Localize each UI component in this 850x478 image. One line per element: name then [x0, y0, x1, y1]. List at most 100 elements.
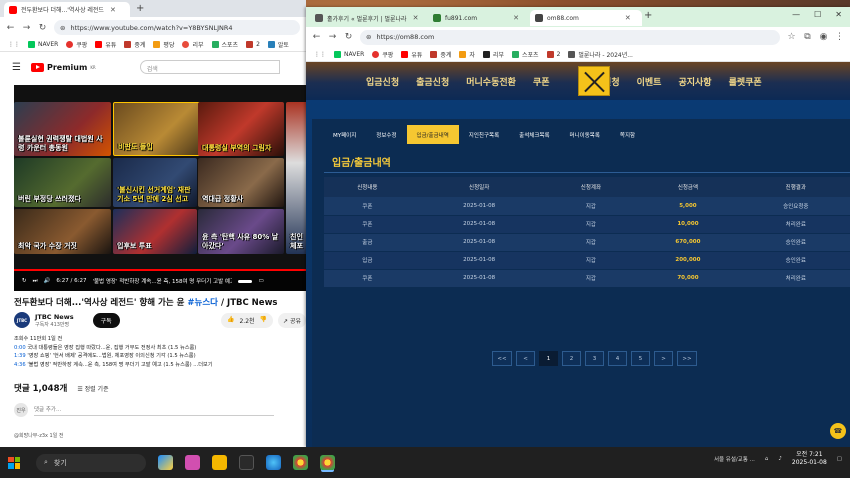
- nav-money-convert[interactable]: 머니수동전환: [466, 75, 516, 88]
- bookmark-review[interactable]: 리부: [182, 40, 204, 49]
- end-card[interactable]: 비판도 돌입: [113, 102, 210, 156]
- bookmark-youtube[interactable]: 유튜: [95, 40, 116, 49]
- channel-name[interactable]: JTBC News: [35, 313, 74, 321]
- volume-icon[interactable]: 🔊: [44, 278, 51, 284]
- app-icon[interactable]: [185, 455, 200, 470]
- nav-roulette-coupon[interactable]: 룰렛쿠폰: [729, 75, 762, 88]
- prev-page-button[interactable]: <: [516, 351, 535, 366]
- close-tab-icon[interactable]: ✕: [625, 14, 631, 22]
- forward-icon[interactable]: →: [328, 32, 337, 42]
- thumbs-down-icon[interactable]: 👎: [260, 316, 267, 325]
- bookmark-coupang[interactable]: 쿠팡: [372, 50, 393, 59]
- bookmark-youtube[interactable]: 유튜: [401, 50, 422, 59]
- notifications-icon[interactable]: ▢: [837, 456, 842, 462]
- bookmark-balloon[interactable]: 벌룬나라 - 2024년...: [568, 50, 633, 59]
- back-icon[interactable]: ←: [312, 32, 321, 42]
- chat-support-icon[interactable]: ☎: [830, 423, 846, 439]
- subtab-edit-info[interactable]: 정보수정: [366, 125, 406, 144]
- subtab-referral-list[interactable]: 지인친구목록: [459, 125, 509, 144]
- address-bar[interactable]: ⊜ https://www.youtube.com/watch?v=Y8BYSN…: [54, 20, 300, 35]
- end-card[interactable]: '불신시킨 선거계엄' 재판 기소 5년 만에 2심 선고: [113, 158, 197, 207]
- bookmark-coupang[interactable]: 쿠팡: [66, 40, 87, 49]
- first-page-button[interactable]: <<: [492, 351, 512, 366]
- bookmark-sports[interactable]: 스포츠: [211, 40, 238, 49]
- network-icon[interactable]: ⌂: [765, 456, 769, 462]
- bookmark-review[interactable]: 리부: [482, 50, 504, 59]
- subtab-messages[interactable]: 쪽지함: [610, 125, 645, 144]
- nav-withdraw[interactable]: 출금신청: [416, 75, 449, 88]
- site-info-icon[interactable]: ⊜: [366, 33, 371, 41]
- bookmark-star-icon[interactable]: ☆: [787, 32, 796, 42]
- close-tab-icon[interactable]: ✕: [110, 6, 116, 14]
- bookmark-alto[interactable]: 알토: [267, 40, 289, 49]
- end-card[interactable]: 버린 부정당 쓰러졌다: [14, 158, 111, 207]
- bookmark-2[interactable]: 2: [546, 50, 560, 58]
- comment-input[interactable]: 댓글 추가...: [34, 405, 274, 416]
- clock[interactable]: 오전 7:21 2025-01-08: [792, 451, 827, 467]
- reload-icon[interactable]: ↻: [344, 32, 353, 42]
- bookmark-naver[interactable]: NAVER: [334, 50, 364, 58]
- last-page-button[interactable]: >>: [677, 351, 697, 366]
- share-button[interactable]: ↗ 공유: [278, 312, 306, 328]
- end-card[interactable]: 역대급 정황사: [198, 158, 284, 207]
- nav-event[interactable]: 이벤트: [637, 75, 662, 88]
- apps-icon[interactable]: ⋮⋮: [8, 41, 20, 48]
- video-player[interactable]: 불륜실현 권력쟁탈 대법원 사령 카운터 총동원 비판도 돌입 대통령실 부역의…: [14, 85, 306, 291]
- youtube-premium-logo[interactable]: Premium KR: [30, 62, 96, 72]
- site-info-icon[interactable]: ⊜: [60, 24, 65, 32]
- profile-icon[interactable]: ◉: [819, 32, 828, 42]
- bookmark-pyeongdang[interactable]: 평당: [153, 40, 174, 49]
- bookmark-ja[interactable]: 자: [459, 50, 475, 59]
- edge-icon[interactable]: [266, 455, 281, 470]
- subtab-mypage[interactable]: MY페이지: [323, 125, 366, 144]
- video-description[interactable]: 조회수 11만회 1일 전 0:00 국내 대통령들은 영장 집행 따랐다...…: [14, 335, 306, 369]
- hashtag-link[interactable]: #뉴스다: [187, 298, 218, 308]
- bookmark-naver[interactable]: NAVER: [28, 41, 58, 48]
- tab-om88[interactable]: om88.com ✕: [530, 10, 642, 26]
- address-bar[interactable]: ⊜ https://om88.com: [360, 29, 780, 45]
- tab-fu891[interactable]: fu891.com ✕: [428, 10, 526, 26]
- tab-balloon-review[interactable]: 홀가후기 « 벌룬후기 | 벌룬나라 ✕: [310, 10, 435, 26]
- file-explorer-icon[interactable]: [212, 455, 227, 470]
- close-popup-icon[interactable]: [578, 66, 610, 96]
- autoplay-toggle[interactable]: [238, 279, 253, 283]
- bookmark-sports-relay[interactable]: 중계: [124, 40, 145, 49]
- minimize-icon[interactable]: —: [792, 10, 800, 19]
- nav-notice[interactable]: 공지사항: [678, 75, 711, 88]
- new-tab-button[interactable]: +: [136, 3, 144, 14]
- comment-author[interactable]: @희망나무-z3x 1일 전: [14, 432, 64, 439]
- next-page-button[interactable]: >: [654, 351, 673, 366]
- windows-start-icon[interactable]: [8, 456, 20, 469]
- media-icon[interactable]: [239, 455, 254, 470]
- end-card[interactable]: 대통령실 부역의 그림자: [198, 102, 284, 156]
- page-5-button[interactable]: 5: [631, 351, 650, 366]
- subtab-deposit-withdraw-history[interactable]: 입금/출금내역: [406, 125, 459, 144]
- chapter-title[interactable]: '불법 영장' 적반하장 계속...윤 측, 158여 명 무더기 고발 예고 …: [92, 277, 232, 285]
- bookmark-sports-relay[interactable]: 중계: [430, 50, 451, 59]
- page-3-button[interactable]: 3: [585, 351, 604, 366]
- next-icon[interactable]: ⏭: [33, 278, 38, 285]
- page-4-button[interactable]: 4: [608, 351, 627, 366]
- page-1-button[interactable]: 1: [539, 351, 558, 366]
- forward-icon[interactable]: →: [22, 23, 31, 33]
- taskbar-search[interactable]: ⌕ 찾기: [36, 453, 146, 472]
- new-tab-button[interactable]: +: [644, 10, 652, 21]
- subtitles-icon[interactable]: ▭: [258, 278, 263, 284]
- end-card[interactable]: 불륜실현 권력쟁탈 대법원 사령 카운터 총동원: [14, 102, 111, 156]
- back-icon[interactable]: ←: [6, 23, 15, 33]
- youtube-search-input[interactable]: 검색: [139, 60, 280, 74]
- extensions-icon[interactable]: ⧉: [803, 32, 812, 42]
- close-tab-icon[interactable]: ✕: [413, 14, 419, 22]
- chrome-icon[interactable]: [293, 455, 308, 470]
- end-card[interactable]: 윤 측 '탄핵 사유 80% 날아갔다': [198, 209, 284, 254]
- page-2-button[interactable]: 2: [562, 351, 581, 366]
- end-card[interactable]: 입후보 투표: [113, 209, 197, 254]
- channel-avatar[interactable]: JTBC: [14, 312, 30, 328]
- nav-deposit[interactable]: 입금신청: [366, 75, 399, 88]
- chrome-active-icon[interactable]: [320, 455, 335, 470]
- weather-widget[interactable]: 서울 유설/교통 ...: [714, 455, 755, 463]
- reload-icon[interactable]: ↻: [38, 23, 47, 33]
- close-window-icon[interactable]: ✕: [835, 10, 842, 19]
- nav-coupon[interactable]: 쿠폰: [533, 75, 550, 88]
- volume-icon[interactable]: ♪: [778, 456, 782, 462]
